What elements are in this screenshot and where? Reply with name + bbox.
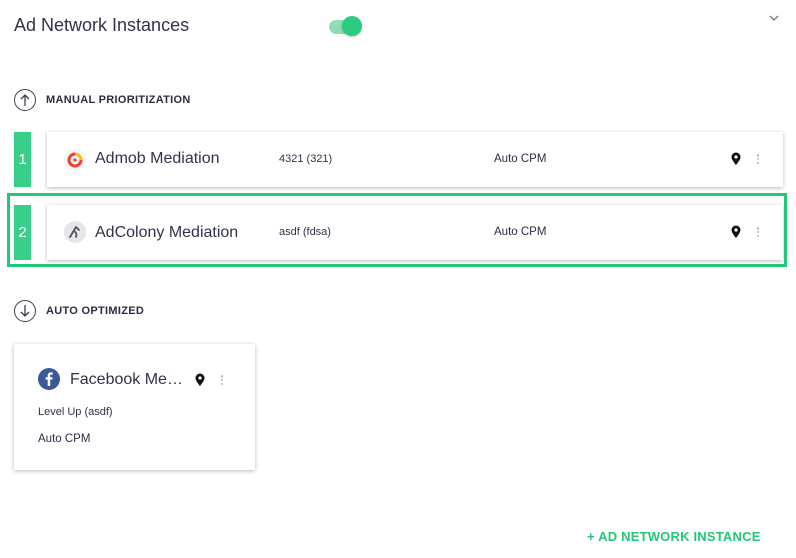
location-pin-icon[interactable] [730,152,742,166]
rank-badge: 1 [14,132,31,187]
chevron-down-icon[interactable] [767,11,781,25]
instance-name: 4321 (321) [279,153,333,165]
pricing-type: Auto CPM [38,433,91,445]
auto-optimized-header: AUTO OPTIMIZED [14,300,144,322]
section-label: AUTO OPTIMIZED [46,305,145,317]
more-options-icon[interactable] [219,373,225,387]
instances-toggle[interactable] [327,15,363,37]
page-title: Ad Network Instances [14,15,190,35]
selection-highlight [7,193,787,267]
add-ad-network-instance-button[interactable]: + AD NETWORK INSTANCE [587,529,761,544]
section-label: MANUAL PRIORITIZATION [46,94,191,106]
network-card[interactable]: Facebook Me… Level Up (asdf) Auto CPM [14,344,255,470]
more-options-icon[interactable] [755,152,761,166]
arrow-up-circle-icon [14,89,36,111]
location-pin-icon[interactable] [194,373,206,387]
manual-prioritization-header: MANUAL PRIORITIZATION [14,89,191,111]
facebook-icon [38,368,60,390]
pricing-type: Auto CPM [494,153,547,165]
toggle-knob [342,16,362,36]
admob-icon [64,149,86,171]
arrow-down-circle-icon [14,300,36,322]
network-row[interactable]: Admob Mediation 4321 (321) Auto CPM [47,132,783,187]
instance-name: Level Up (asdf) [38,406,113,418]
network-name: Admob Mediation [95,150,220,167]
network-name: Facebook Me… [70,371,183,388]
